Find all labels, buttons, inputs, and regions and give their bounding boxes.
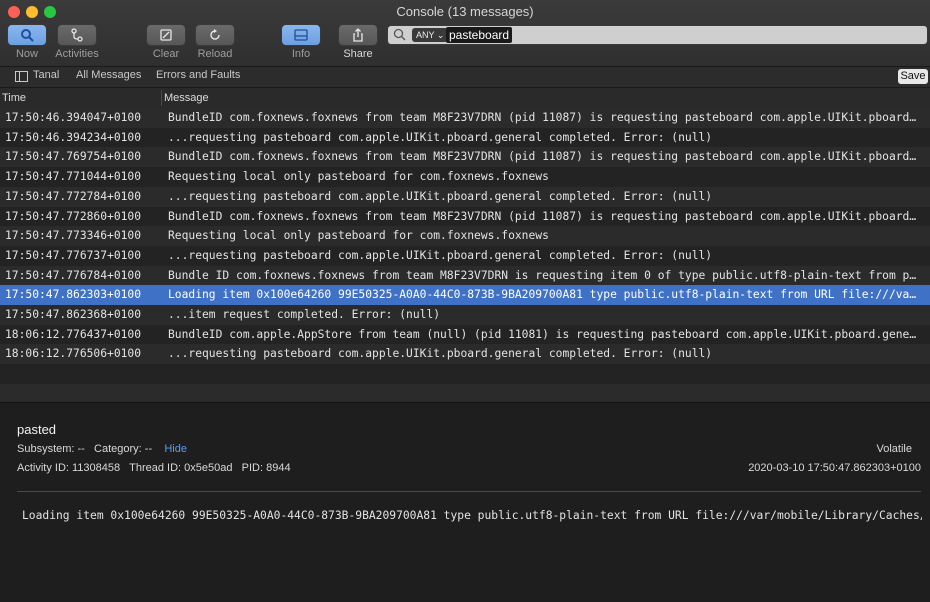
share-icon xyxy=(353,28,363,42)
column-divider[interactable] xyxy=(161,90,162,106)
log-message: BundleID com.apple.AppStore from team (n… xyxy=(168,327,920,341)
errors-faults-filter[interactable]: Errors and Faults xyxy=(156,69,240,81)
log-row[interactable]: 18:06:12.776506+0100 ...requesting pasteb… xyxy=(0,344,930,365)
chevron-down-icon: ⌄ xyxy=(436,30,445,40)
detail-title: pasted xyxy=(17,422,57,437)
info-button[interactable] xyxy=(281,24,321,46)
detail-ids-line: Activity ID: 11308458 Thread ID: 0x5e50a… xyxy=(17,462,291,474)
log-message: BundleID com.foxnews.foxnews from team M… xyxy=(168,209,920,223)
log-message: ...item request completed. Error: (null) xyxy=(168,308,441,321)
sidebar-toggle-icon[interactable] xyxy=(15,71,28,82)
log-message: Requesting local only pasteboard for com… xyxy=(168,229,549,243)
activity-id-value: Activity ID: 11308458 xyxy=(17,462,121,474)
save-button[interactable]: Save xyxy=(898,69,928,84)
log-row[interactable]: 17:50:46.394234+0100 ...requesting pasteb… xyxy=(0,127,930,148)
log-row[interactable]: 17:50:47.772860+0100 BundleID com.foxnews… xyxy=(0,206,930,227)
activities-icon xyxy=(71,28,83,42)
log-row[interactable]: 17:50:47.776784+0100 Bundle ID com.foxnew… xyxy=(0,265,930,286)
log-time: 17:50:47.772784+0100 xyxy=(5,189,142,203)
info-icon xyxy=(294,29,308,41)
log-time: 18:06:12.776437+0100 xyxy=(5,327,142,341)
log-time: 17:50:47.862303+0100 xyxy=(5,288,142,302)
log-row[interactable]: 17:50:46.394047+0100 BundleID com.foxnews… xyxy=(0,108,930,128)
volatile-label: Volatile xyxy=(876,443,912,455)
hide-link[interactable]: Hide xyxy=(164,443,187,455)
log-row[interactable]: 17:50:47.772784+0100 ...requesting pasteb… xyxy=(0,186,930,207)
search-icon xyxy=(393,28,406,41)
log-time: 17:50:47.776784+0100 xyxy=(5,268,142,282)
log-message: BundleID com.foxnews.foxnews from team M… xyxy=(168,150,920,164)
log-message: Loading item 0x100e64260 99E50325-A0A0-4… xyxy=(168,288,920,302)
detail-message[interactable]: Loading item 0x100e64260 99E50325-A0A0-4… xyxy=(22,509,922,522)
log-time: 17:50:47.776737+0100 xyxy=(5,248,142,262)
title-bar: Console (13 messages) Now Activities Cle… xyxy=(0,0,930,67)
column-headers: Time Message xyxy=(0,88,930,109)
log-row[interactable]: 17:50:47.769754+0100 BundleID com.foxnews… xyxy=(0,147,930,168)
log-time: 17:50:47.769754+0100 xyxy=(5,150,142,164)
clear-icon xyxy=(160,29,172,41)
activities-button[interactable] xyxy=(57,24,97,46)
search-token[interactable]: pasteboard xyxy=(446,27,513,43)
log-time: 17:50:47.771044+0100 xyxy=(5,170,142,184)
sidebar-toggle-label[interactable]: Tanal xyxy=(33,69,59,81)
all-messages-filter[interactable]: All Messages xyxy=(76,69,141,81)
log-time: 17:50:47.862368+0100 xyxy=(5,308,142,321)
share-button[interactable] xyxy=(338,24,378,46)
share-label: Share xyxy=(343,48,373,60)
clear-button[interactable] xyxy=(146,24,186,46)
reload-icon xyxy=(210,29,220,40)
search-scope-label: ANY xyxy=(416,30,435,40)
log-message: Bundle ID com.foxnews.foxnews from team … xyxy=(168,268,920,282)
now-label: Now xyxy=(15,48,38,60)
log-row[interactable]: 17:50:47.773346+0100 Requesting local onl… xyxy=(0,226,930,247)
log-message: ...requesting pasteboard com.apple.UIKit… xyxy=(168,347,713,361)
message-column-header[interactable]: Message xyxy=(164,92,209,104)
log-message: BundleID com.foxnews.foxnews from team M… xyxy=(168,111,920,124)
pid-value: PID: 8944 xyxy=(241,462,291,474)
category-value: Category: -- xyxy=(94,443,153,455)
now-icon xyxy=(21,29,34,42)
window-title: Console (13 messages) xyxy=(396,4,534,19)
detail-meta-line: Subsystem: -- Category: -- Hide xyxy=(17,443,187,455)
log-message: ...requesting pasteboard com.apple.UIKit… xyxy=(168,130,713,144)
log-time: 18:06:12.776506+0100 xyxy=(5,347,142,361)
info-label: Info xyxy=(291,48,311,60)
log-time: 17:50:47.773346+0100 xyxy=(5,229,142,243)
reload-label: Reload xyxy=(197,48,233,60)
reload-button[interactable] xyxy=(195,24,235,46)
empty-row xyxy=(0,383,930,404)
log-row[interactable]: 17:50:47.862368+0100 ...item request comp… xyxy=(0,305,930,325)
log-row[interactable]: 18:06:12.776437+0100 BundleID com.apple.A… xyxy=(0,324,930,345)
thread-id-value: Thread ID: 0x5e50ad xyxy=(129,462,233,474)
log-row[interactable]: 17:50:47.776737+0100 ...requesting pasteb… xyxy=(0,245,930,266)
subsystem-value: Subsystem: -- xyxy=(17,443,85,455)
message-list[interactable]: 17:50:46.394047+0100 BundleID com.foxnews… xyxy=(0,108,930,404)
detail-separator xyxy=(17,491,921,492)
log-time: 17:50:46.394047+0100 xyxy=(5,111,142,124)
log-time: 17:50:47.772860+0100 xyxy=(5,209,142,223)
detail-pane: pasted Subsystem: -- Category: -- Hide V… xyxy=(0,403,930,602)
log-message: Requesting local only pasteboard for com… xyxy=(168,170,549,184)
log-row[interactable]: 17:50:47.862303+0100 Loading item 0x100e6… xyxy=(0,285,930,306)
search-field[interactable]: ANY ⌄ pasteboard xyxy=(387,25,928,45)
log-row[interactable]: 17:50:47.771044+0100 Requesting local onl… xyxy=(0,167,930,188)
log-message: ...requesting pasteboard com.apple.UIKit… xyxy=(168,248,713,262)
filter-bar: Tanal All Messages Errors and Faults Sav… xyxy=(0,67,930,88)
search-scope-dropdown[interactable]: ANY ⌄ xyxy=(412,28,449,42)
log-time: 17:50:46.394234+0100 xyxy=(5,130,142,144)
time-column-header[interactable]: Time xyxy=(2,92,26,104)
detail-timestamp: 2020-03-10 17:50:47.862303+0100 xyxy=(748,462,921,474)
now-button[interactable] xyxy=(7,24,47,46)
clear-label: Clear xyxy=(152,48,180,60)
log-message: ...requesting pasteboard com.apple.UIKit… xyxy=(168,189,713,203)
activities-label: Activities xyxy=(55,48,99,60)
empty-row xyxy=(0,364,930,385)
